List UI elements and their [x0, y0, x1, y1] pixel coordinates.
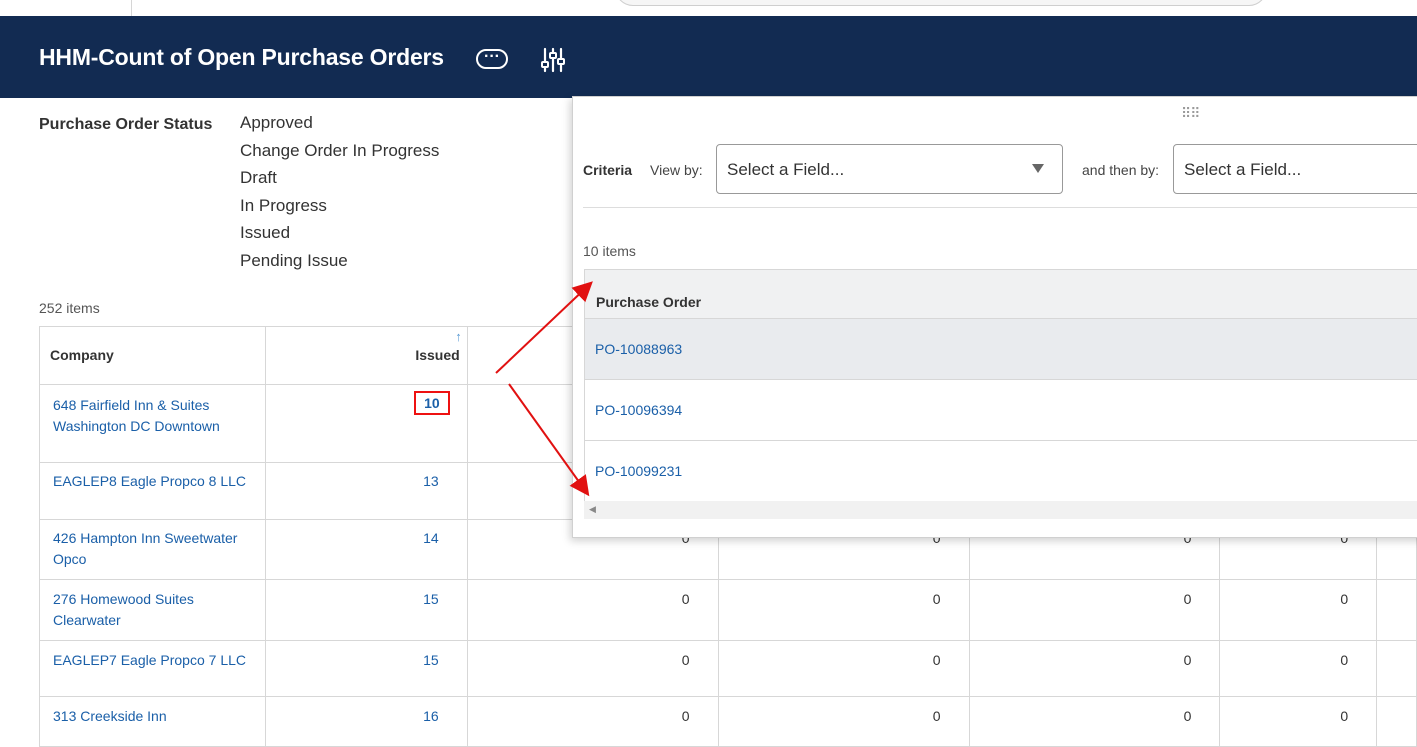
table-cell: [1376, 640, 1417, 697]
drilldown-popup: ⠿⠿ Criteria View by: Select a Field... a…: [572, 96, 1417, 538]
issued-count-link[interactable]: 14: [423, 530, 439, 546]
company-link[interactable]: EAGLEP7 Eagle Propco 7 LLC: [53, 650, 252, 671]
popup-item-count: 10 items: [583, 243, 636, 259]
purchase-order-table: Purchase Order PO-10088963 PO-10096394 P…: [584, 269, 1417, 502]
ellipsis-icon[interactable]: ···: [476, 49, 508, 69]
status-value: In Progress: [240, 195, 327, 215]
drag-handle-icon[interactable]: ⠿⠿: [1181, 105, 1201, 121]
sliders-icon[interactable]: [540, 46, 566, 74]
top-divider: [131, 0, 132, 16]
view-by-label: View by:: [650, 162, 703, 178]
company-link[interactable]: 426 Hampton Inn Sweetwater Opco: [53, 528, 252, 569]
page-title: HHM-Count of Open Purchase Orders: [39, 44, 444, 70]
table-row: EAGLEP7 Eagle Propco 7 LLC 15 0 0 0 0: [38, 640, 1417, 697]
sort-ascending-icon[interactable]: ↑: [455, 329, 462, 344]
status-value: Issued: [240, 223, 291, 243]
column-header-purchase-order[interactable]: Purchase Order: [584, 269, 1417, 319]
then-by-label: and then by:: [1082, 162, 1160, 178]
chevron-down-icon: [1032, 164, 1044, 173]
status-value: Approved: [240, 113, 313, 132]
table-row[interactable]: PO-10096394: [584, 380, 1417, 441]
status-filter-values: Approved Change Order In Progress Draft …: [240, 113, 439, 279]
company-link[interactable]: 313 Creekside Inn: [53, 706, 252, 727]
table-cell: 0: [1219, 579, 1378, 641]
criteria-label: Criteria: [583, 162, 633, 178]
issued-count-link[interactable]: 15: [423, 591, 439, 607]
status-filter-label: Purchase Order Status: [39, 116, 213, 133]
view-by-select[interactable]: Select a Field...: [716, 144, 1063, 194]
column-header-issued[interactable]: ↑ Issued: [265, 326, 468, 385]
purchase-order-link[interactable]: PO-10099231: [595, 463, 682, 479]
table-row[interactable]: PO-10088963: [584, 319, 1417, 380]
company-link[interactable]: 276 Homewood Suites Clearwater: [53, 589, 252, 630]
view-by-select-value: Select a Field...: [727, 160, 845, 179]
status-value: Change Order In Progress: [240, 140, 440, 160]
divider: [583, 207, 1417, 208]
scroll-left-icon[interactable]: ◀: [589, 504, 596, 515]
then-by-select[interactable]: Select a Field...: [1173, 144, 1417, 194]
table-cell: 0: [1219, 640, 1378, 697]
purchase-order-link[interactable]: PO-10096394: [595, 402, 682, 418]
table-cell: 0: [717, 579, 970, 641]
horizontal-scrollbar[interactable]: ◀: [584, 501, 1417, 519]
column-header-issued-label: Issued: [415, 347, 460, 363]
column-header-company[interactable]: Company: [38, 326, 267, 385]
table-cell: 0: [717, 640, 970, 697]
table-cell: 0: [466, 579, 719, 641]
issued-count-link[interactable]: 13: [423, 473, 439, 489]
company-link[interactable]: EAGLEP8 Eagle Propco 8 LLC: [53, 471, 252, 492]
status-value: Pending Issue: [240, 250, 348, 270]
report-header: HHM-Count of Open Purchase Orders ···: [0, 16, 1417, 98]
purchase-order-link[interactable]: PO-10088963: [595, 341, 682, 357]
table-row: 276 Homewood Suites Clearwater 15 0 0 0 …: [38, 579, 1417, 641]
issued-count-link[interactable]: 10: [414, 391, 450, 415]
table-cell: 0: [968, 579, 1221, 641]
table-cell: [1376, 579, 1417, 641]
status-value: Draft: [240, 168, 277, 188]
top-strip: [0, 0, 1417, 16]
company-link[interactable]: 648 Fairfield Inn & Suites Washington DC…: [53, 395, 252, 436]
issued-count-link[interactable]: 15: [423, 652, 439, 668]
item-count: 252 items: [39, 300, 100, 316]
then-by-select-value: Select a Field...: [1184, 160, 1302, 179]
global-search-bar[interactable]: [615, 0, 1267, 6]
table-cell: 0: [968, 640, 1221, 697]
table-cell: 0: [466, 640, 719, 697]
table-row[interactable]: PO-10099231: [584, 441, 1417, 502]
